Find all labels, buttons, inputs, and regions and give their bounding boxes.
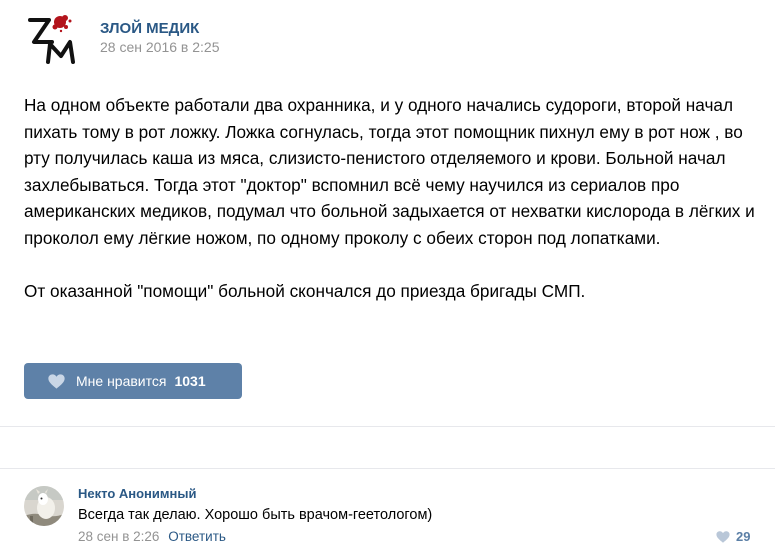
wall-post-page: ЗЛОЙ МЕДИК 28 сен 2016 в 2:25 На одном о…	[0, 0, 775, 555]
post-paragraph: На одном объекте работали два охранника,…	[24, 95, 755, 248]
divider	[0, 426, 775, 427]
like-button[interactable]: Мне нравится 1031	[24, 363, 242, 399]
commenter-avatar[interactable]	[24, 486, 64, 526]
group-name-link[interactable]: ЗЛОЙ МЕДИК	[100, 20, 199, 37]
comment-like-button[interactable]: 29	[716, 529, 750, 544]
comment-text: Всегда так делаю. Хорошо быть врачом-гее…	[78, 507, 433, 523]
like-count: 1031	[174, 373, 206, 389]
comment-meta: 28 сен в 2:26 Ответить	[78, 529, 226, 544]
post-date[interactable]: 28 сен 2016 в 2:25	[100, 39, 219, 55]
comment: Некто Анонимный Всегда так делаю. Хорошо…	[0, 469, 775, 555]
reply-link[interactable]: Ответить	[168, 529, 226, 544]
comment-date[interactable]: 28 сен в 2:26	[78, 529, 159, 544]
post-paragraph: От оказанной "помощи" больной скончался …	[24, 280, 586, 301]
post-text: На одном объекте работали два охранника,…	[24, 92, 759, 304]
zm-logo-icon	[28, 15, 75, 64]
avatar-photo-icon	[24, 486, 64, 526]
heart-icon	[48, 373, 65, 389]
post-header: ЗЛОЙ МЕДИК 28 сен 2016 в 2:25	[24, 8, 764, 68]
comment-like-count: 29	[736, 529, 751, 544]
comment-author-link[interactable]: Некто Анонимный	[78, 486, 196, 501]
group-avatar[interactable]	[24, 10, 80, 66]
like-label: Мне нравится	[76, 373, 167, 389]
heart-icon	[716, 530, 730, 543]
